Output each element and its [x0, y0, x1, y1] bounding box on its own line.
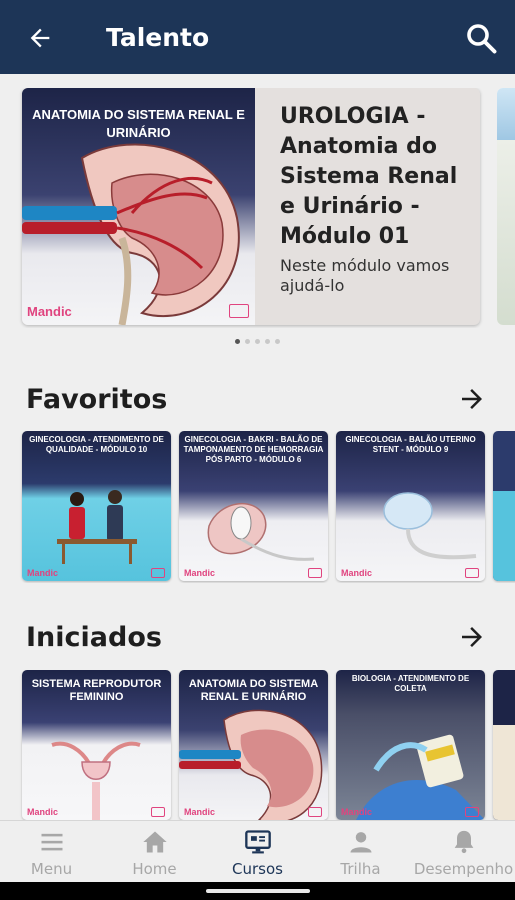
carousel-dot[interactable]: [245, 339, 250, 344]
arrow-right-icon[interactable]: [455, 622, 489, 652]
brand-logo: Mandic: [27, 568, 59, 578]
carousel-dot[interactable]: [265, 339, 270, 344]
course-card-caption: GINECOLOGIA - BALÃO UTERINO STENT - MÓDU…: [345, 435, 476, 454]
menu-icon: [41, 833, 62, 851]
nav-label: Menu: [30, 860, 73, 878]
section-title-iniciados: Iniciados: [26, 622, 162, 653]
brand-logo: Mandic: [27, 807, 59, 817]
arrow-left-icon[interactable]: [26, 24, 54, 52]
brand-logo: Mandic: [184, 807, 216, 817]
publisher-logo-icon: [308, 807, 322, 817]
course-card-caption: ANATOMIA DO SISTEMA RENAL E URINÁRIO: [188, 678, 319, 703]
carousel-dot[interactable]: [255, 339, 260, 344]
bell-icon: [454, 830, 473, 854]
featured-course-description: Neste módulo vamos ajudá-lo: [280, 256, 450, 295]
bottom-navigation: Menu Home Cursos Trilha Desempenho: [0, 820, 515, 882]
brand-logo: Mandic: [27, 304, 72, 319]
person-icon: [350, 832, 371, 853]
carousel-dot[interactable]: [275, 339, 280, 344]
nav-item-desempenho[interactable]: Desempenho: [412, 821, 515, 882]
publisher-logo-icon: [308, 568, 322, 578]
course-card-caption: BIOLOGIA - ATENDIMENTO DE COLETA: [351, 674, 470, 693]
course-card[interactable]: GINECOLOGIA - BAKRI - BALÃO DE TAMPONAME…: [179, 431, 328, 581]
nav-item-trilha[interactable]: Trilha: [309, 821, 412, 882]
featured-course-title: UROLOGIA - Anatomia do Sistema Renal e U…: [280, 104, 458, 249]
course-card[interactable]: GINECOLOGIA - BALÃO UTERINO STENT - MÓDU…: [336, 431, 485, 581]
home-icon: [142, 831, 167, 853]
course-thumbnail: ANATOMIA DO SISTEMA RENAL E URINÁRIO Man…: [22, 88, 255, 325]
publisher-logo-icon: [465, 568, 479, 578]
featured-course-card[interactable]: ANATOMIA DO SISTEMA RENAL E URINÁRIO Man…: [22, 88, 480, 325]
iniciados-row: SISTEMA REPRODUTOR FEMININO Mandic ANATO…: [0, 670, 515, 822]
publisher-logo-icon: [229, 304, 249, 318]
page-title: Talento: [106, 23, 210, 52]
system-navigation-bar: [0, 882, 515, 900]
course-card-peek[interactable]: [493, 431, 515, 581]
next-carousel-card[interactable]: [497, 88, 515, 325]
publisher-logo-icon: [151, 568, 165, 578]
courses-icon: [244, 830, 271, 854]
course-card-caption: SISTEMA REPRODUTOR FEMININO: [31, 678, 162, 703]
brand-logo: Mandic: [341, 568, 373, 578]
publisher-logo-icon: [151, 807, 165, 817]
course-card[interactable]: ANATOMIA DO SISTEMA RENAL E URINÁRIO Man…: [179, 670, 328, 820]
thumbnail-caption: ANATOMIA DO SISTEMA RENAL E URINÁRIO: [32, 107, 245, 140]
featured-carousel[interactable]: ANATOMIA DO SISTEMA RENAL E URINÁRIO Man…: [0, 88, 515, 328]
course-card[interactable]: GINECOLOGIA - ATENDIMENTO DE QUALIDADE -…: [22, 431, 171, 581]
nav-label: Home: [132, 860, 177, 878]
publisher-logo-icon: [465, 807, 479, 817]
featured-course-info: UROLOGIA - Anatomia do Sistema Renal e U…: [280, 102, 470, 296]
nav-label: Cursos: [232, 860, 283, 878]
brand-logo: Mandic: [341, 807, 373, 817]
brand-logo: Mandic: [184, 568, 216, 578]
nav-item-menu[interactable]: Menu: [0, 821, 103, 882]
course-card-peek[interactable]: [493, 670, 515, 820]
course-card[interactable]: BIOLOGIA - ATENDIMENTO DE COLETA Mandic: [336, 670, 485, 820]
course-card-caption: GINECOLOGIA - ATENDIMENTO DE QUALIDADE -…: [29, 435, 164, 454]
nav-label: Trilha: [340, 860, 381, 878]
home-gesture-handle[interactable]: [206, 889, 310, 893]
search-icon[interactable]: [463, 20, 499, 56]
nav-label: Desempenho: [413, 860, 514, 878]
course-card-caption: GINECOLOGIA - BAKRI - BALÃO DE TAMPONAME…: [183, 435, 324, 464]
arrow-right-icon[interactable]: [455, 384, 489, 414]
section-title-favoritos: Favoritos: [26, 384, 168, 415]
carousel-indicator: [0, 339, 515, 344]
carousel-dot[interactable]: [235, 339, 240, 344]
nav-item-home[interactable]: Home: [103, 821, 206, 882]
favoritos-row: GINECOLOGIA - ATENDIMENTO DE QUALIDADE -…: [0, 431, 515, 583]
nav-item-cursos[interactable]: Cursos: [206, 821, 309, 882]
course-card[interactable]: SISTEMA REPRODUTOR FEMININO Mandic: [22, 670, 171, 820]
app-bar: Talento: [0, 0, 515, 74]
